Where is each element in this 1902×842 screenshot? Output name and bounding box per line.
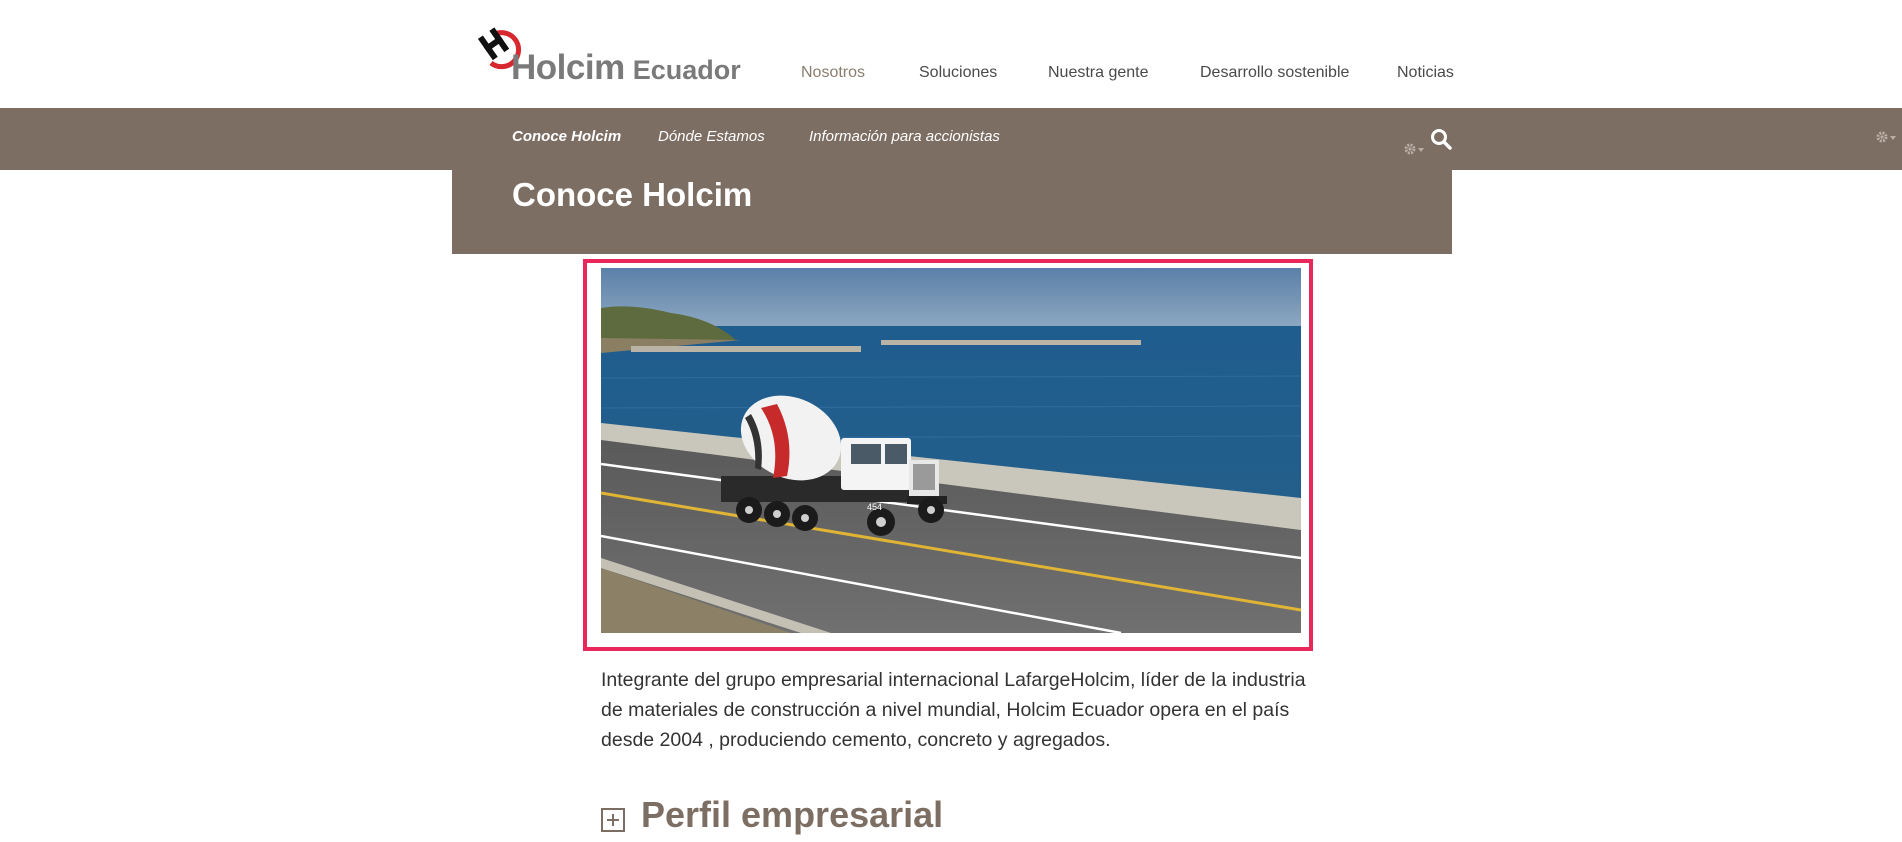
concrete-truck-coast-image: 454: [601, 268, 1301, 633]
subnav-item-accionistas[interactable]: Información para accionistas: [809, 128, 1000, 145]
intro-paragraph: Integrante del grupo empresarial interna…: [601, 669, 1306, 751]
sub-nav-bar: Conoce Holcim Dónde Estamos Información …: [0, 108, 1902, 170]
nav-item-noticias[interactable]: Noticias: [1397, 64, 1454, 82]
subnav-item-donde-estamos[interactable]: Dónde Estamos: [658, 128, 765, 145]
search-icon[interactable]: [1430, 128, 1452, 150]
hero-image: 454: [601, 268, 1301, 633]
title-band: Conoce Holcim: [452, 170, 1452, 254]
section-title[interactable]: Perfil empresarial: [641, 794, 943, 836]
subnav-item-conoce-holcim[interactable]: Conoce Holcim: [512, 128, 621, 145]
nav-item-desarrollo-sostenible[interactable]: Desarrollo sostenible: [1200, 64, 1349, 82]
nav-item-nosotros[interactable]: Nosotros: [801, 64, 865, 82]
main-nav: Nosotros Soluciones Nuestra gente Desarr…: [0, 64, 1902, 88]
truck-number: 454: [867, 502, 882, 512]
plus-square-icon[interactable]: [601, 808, 625, 832]
page-title: Conoce Holcim: [512, 176, 753, 213]
nav-item-nuestra-gente[interactable]: Nuestra gente: [1048, 64, 1149, 82]
top-header: Holcim Ecuador Nosotros Soluciones Nuestr…: [0, 0, 1902, 108]
page: Holcim Ecuador Nosotros Soluciones Nuestr…: [0, 0, 1902, 842]
perfil-empresarial-accordion[interactable]: Perfil empresarial: [601, 794, 1201, 842]
nav-item-soluciones[interactable]: Soluciones: [919, 64, 997, 82]
gear-icon[interactable]: [1403, 142, 1427, 156]
gear-icon-right[interactable]: [1875, 130, 1899, 144]
